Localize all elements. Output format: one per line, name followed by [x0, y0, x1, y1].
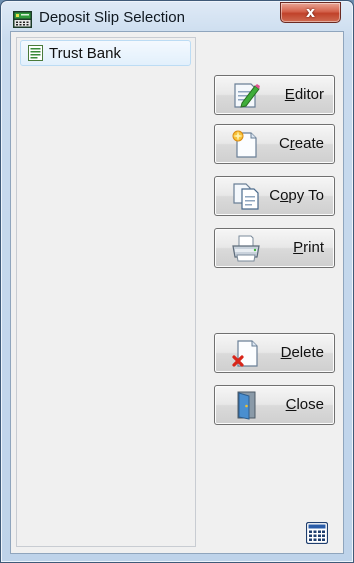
delete-document-icon	[232, 340, 258, 367]
delete-button[interactable]: Delete	[214, 333, 335, 373]
list-item-label: Trust Bank	[49, 44, 121, 62]
create-button[interactable]: Create	[214, 124, 335, 164]
pencil-document-icon	[234, 83, 260, 108]
window-close-button[interactable]: x	[280, 2, 341, 23]
delete-label: Delete	[280, 344, 324, 361]
editor-label: Editor	[284, 86, 324, 103]
editor-button[interactable]: Editor	[214, 75, 335, 115]
close-button[interactable]: Close	[214, 385, 335, 425]
print-button[interactable]: Print	[214, 228, 335, 268]
dialog-window: Deposit Slip Selection x Trust Bank Edit…	[0, 0, 354, 563]
create-label: Create	[278, 135, 324, 152]
printer-icon	[232, 235, 260, 262]
document-icon	[28, 45, 43, 61]
calculator-icon[interactable]	[306, 522, 328, 544]
window-title: Deposit Slip Selection	[39, 9, 185, 26]
deposit-slip-list[interactable]: Trust Bank	[16, 37, 196, 547]
copy-documents-icon	[233, 183, 259, 210]
copy-to-button[interactable]: Copy To	[214, 176, 335, 216]
new-document-icon	[232, 130, 257, 158]
title-bar[interactable]: Deposit Slip Selection x	[1, 1, 353, 31]
print-label: Print	[293, 239, 324, 256]
app-icon	[13, 11, 32, 28]
close-icon: x	[305, 4, 316, 21]
copy-to-label: Copy To	[269, 187, 324, 204]
door-icon	[237, 391, 256, 420]
list-item-trust-bank[interactable]: Trust Bank	[20, 40, 191, 66]
close-label: Close	[285, 396, 324, 413]
dialog-client-area: Trust Bank Editor Create Copy To Print D…	[10, 31, 344, 554]
